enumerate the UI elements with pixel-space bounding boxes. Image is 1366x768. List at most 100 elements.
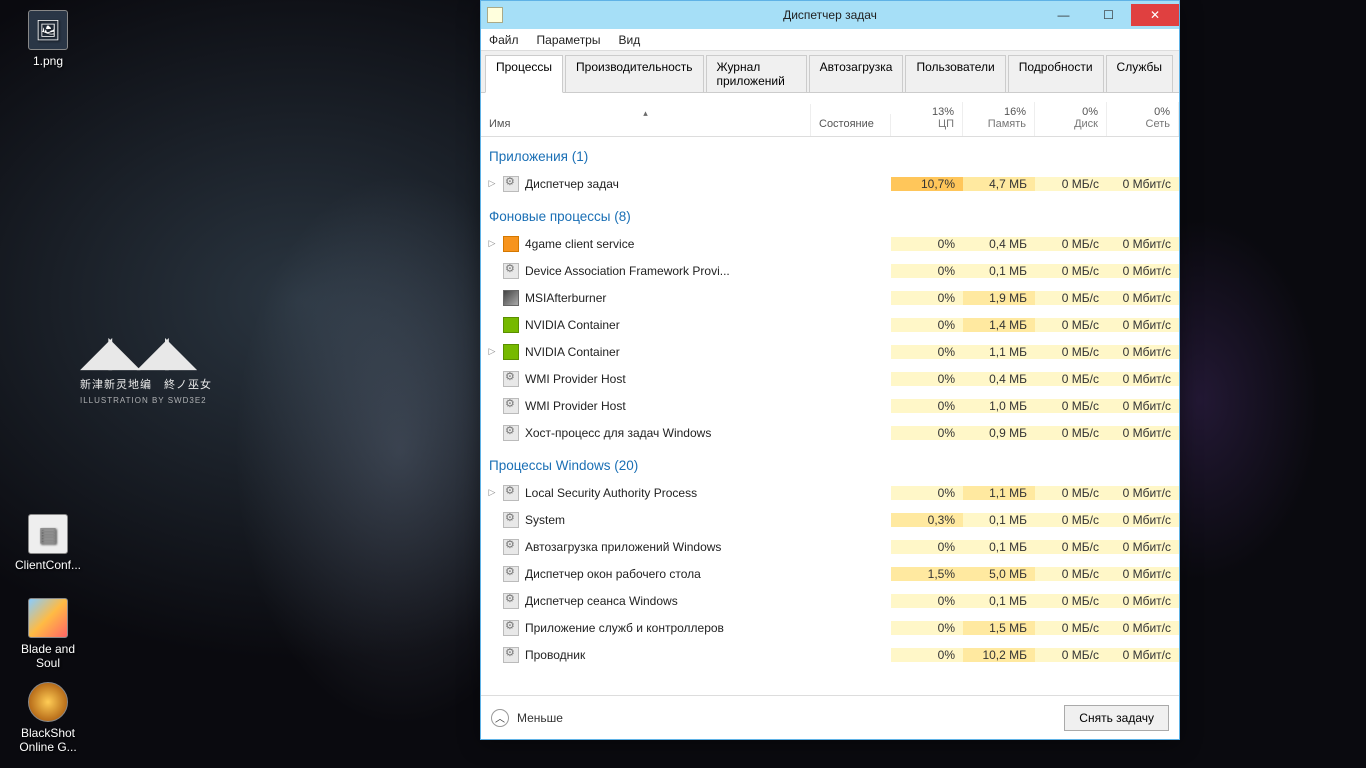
memory-value: 0,1 МБ xyxy=(963,513,1035,527)
process-row[interactable]: WMI Provider Host0%1,0 МБ0 МБ/с0 Мбит/с xyxy=(481,392,1179,419)
tab-службы[interactable]: Службы xyxy=(1106,55,1173,92)
process-row[interactable]: Автозагрузка приложений Windows0%0,1 МБ0… xyxy=(481,533,1179,560)
disk-value: 0 МБ/с xyxy=(1035,345,1107,359)
disk-value: 0 МБ/с xyxy=(1035,513,1107,527)
minimize-button[interactable]: — xyxy=(1041,4,1086,26)
cpu-value: 0% xyxy=(891,237,963,251)
process-row[interactable]: Хост-процесс для задач Windows0%0,9 МБ0 … xyxy=(481,419,1179,446)
cpu-value: 0% xyxy=(891,621,963,635)
memory-value: 0,1 МБ xyxy=(963,594,1035,608)
disk-value: 0 МБ/с xyxy=(1035,567,1107,581)
tab-производительность[interactable]: Производительность xyxy=(565,55,703,92)
end-task-button[interactable]: Снять задачу xyxy=(1064,705,1169,731)
network-value: 0 Мбит/с xyxy=(1107,318,1179,332)
tab-процессы[interactable]: Процессы xyxy=(485,55,563,93)
column-cpu[interactable]: 13% ЦП xyxy=(891,102,963,136)
wallpaper-logo: ◢◣◢◣ 新津新灵地编 終ノ巫女 ILLUSTRATION BY SWD3E2 xyxy=(80,330,212,405)
disk-value: 0 МБ/с xyxy=(1035,540,1107,554)
process-row[interactable]: MSIAfterburner0%1,9 МБ0 МБ/с0 Мбит/с xyxy=(481,284,1179,311)
fewer-details-button[interactable]: ︿ Меньше xyxy=(491,709,563,727)
process-icon xyxy=(503,593,519,609)
cpu-value: 1,5% xyxy=(891,567,963,581)
process-icon xyxy=(503,539,519,555)
icon-label: ClientConf... xyxy=(10,558,86,572)
network-value: 0 Мбит/с xyxy=(1107,399,1179,413)
tab-журнал приложений[interactable]: Журнал приложений xyxy=(706,55,807,92)
expand-toggle-icon[interactable]: ▷ xyxy=(481,238,503,249)
memory-value: 1,1 МБ xyxy=(963,345,1035,359)
desktop-icon-clientconf[interactable]: ▤ ClientConf... xyxy=(10,514,86,572)
chevron-up-icon: ︿ xyxy=(491,709,509,727)
process-row[interactable]: Проводник0%10,2 МБ0 МБ/с0 Мбит/с xyxy=(481,641,1179,668)
memory-value: 1,5 МБ xyxy=(963,621,1035,635)
process-row[interactable]: ▷Local Security Authority Process0%1,1 М… xyxy=(481,479,1179,506)
cpu-value: 10,7% xyxy=(891,177,963,191)
process-icon xyxy=(503,512,519,528)
app-icon xyxy=(487,7,503,23)
desktop-icon-blackshot[interactable]: BlackShot Online G... xyxy=(10,682,86,754)
process-list[interactable]: Приложения (1)▷Диспетчер задач10,7%4,7 М… xyxy=(481,137,1179,695)
tab-автозагрузка[interactable]: Автозагрузка xyxy=(809,55,904,92)
expand-toggle-icon[interactable]: ▷ xyxy=(481,178,503,189)
footer: ︿ Меньше Снять задачу xyxy=(481,695,1179,739)
process-row[interactable]: NVIDIA Container0%1,4 МБ0 МБ/с0 Мбит/с xyxy=(481,311,1179,338)
process-icon xyxy=(503,425,519,441)
process-name: Диспетчер окон рабочего стола xyxy=(525,567,811,581)
cpu-value: 0% xyxy=(891,486,963,500)
process-icon xyxy=(503,263,519,279)
desktop-icon-1png[interactable]: 🖼 1.png xyxy=(10,10,86,68)
disk-value: 0 МБ/с xyxy=(1035,399,1107,413)
process-row[interactable]: WMI Provider Host0%0,4 МБ0 МБ/с0 Мбит/с xyxy=(481,365,1179,392)
desktop-icon-bladeandsoul[interactable]: Blade and Soul xyxy=(10,598,86,670)
disk-value: 0 МБ/с xyxy=(1035,594,1107,608)
process-icon xyxy=(503,566,519,582)
tab-подробности[interactable]: Подробности xyxy=(1008,55,1104,92)
column-name[interactable]: ▴ Имя xyxy=(481,104,811,136)
process-name: Local Security Authority Process xyxy=(525,486,811,500)
menu-options[interactable]: Параметры xyxy=(537,33,601,47)
menu-file[interactable]: Файл xyxy=(489,33,519,47)
network-value: 0 Мбит/с xyxy=(1107,264,1179,278)
process-row[interactable]: ▷Диспетчер задач10,7%4,7 МБ0 МБ/с0 Мбит/… xyxy=(481,170,1179,197)
process-row[interactable]: Приложение служб и контроллеров0%1,5 МБ0… xyxy=(481,614,1179,641)
app-icon xyxy=(28,598,68,638)
maximize-button[interactable]: ☐ xyxy=(1086,4,1131,26)
menu-view[interactable]: Вид xyxy=(618,33,640,47)
cpu-value: 0% xyxy=(891,264,963,278)
process-name: 4game client service xyxy=(525,237,811,251)
icon-label: BlackShot Online G... xyxy=(10,726,86,754)
process-icon xyxy=(503,290,519,306)
memory-value: 4,7 МБ xyxy=(963,177,1035,191)
close-button[interactable]: ✕ xyxy=(1131,4,1179,26)
expand-toggle-icon[interactable]: ▷ xyxy=(481,346,503,357)
tab-пользователи[interactable]: Пользователи xyxy=(905,55,1005,92)
column-disk[interactable]: 0% Диск xyxy=(1035,102,1107,136)
disk-value: 0 МБ/с xyxy=(1035,648,1107,662)
process-row[interactable]: System0,3%0,1 МБ0 МБ/с0 Мбит/с xyxy=(481,506,1179,533)
memory-value: 0,9 МБ xyxy=(963,426,1035,440)
column-memory[interactable]: 16% Память xyxy=(963,102,1035,136)
cpu-value: 0% xyxy=(891,399,963,413)
network-value: 0 Мбит/с xyxy=(1107,372,1179,386)
memory-value: 0,4 МБ xyxy=(963,372,1035,386)
process-icon xyxy=(503,317,519,333)
process-row[interactable]: Диспетчер сеанса Windows0%0,1 МБ0 МБ/с0 … xyxy=(481,587,1179,614)
process-row[interactable]: Device Association Framework Provi...0%0… xyxy=(481,257,1179,284)
expand-toggle-icon[interactable]: ▷ xyxy=(481,487,503,498)
process-name: WMI Provider Host xyxy=(525,399,811,413)
process-row[interactable]: ▷4game client service0%0,4 МБ0 МБ/с0 Мби… xyxy=(481,230,1179,257)
network-value: 0 Мбит/с xyxy=(1107,177,1179,191)
process-name: Диспетчер задач xyxy=(525,177,811,191)
process-row[interactable]: Диспетчер окон рабочего стола1,5%5,0 МБ0… xyxy=(481,560,1179,587)
disk-value: 0 МБ/с xyxy=(1035,426,1107,440)
cpu-value: 0% xyxy=(891,291,963,305)
column-network[interactable]: 0% Сеть xyxy=(1107,102,1179,136)
column-status[interactable]: Состояние xyxy=(811,114,891,136)
network-value: 0 Мбит/с xyxy=(1107,540,1179,554)
process-icon xyxy=(503,176,519,192)
titlebar[interactable]: Диспетчер задач — ☐ ✕ xyxy=(481,1,1179,29)
network-value: 0 Мбит/с xyxy=(1107,486,1179,500)
process-row[interactable]: ▷NVIDIA Container0%1,1 МБ0 МБ/с0 Мбит/с xyxy=(481,338,1179,365)
memory-value: 0,1 МБ xyxy=(963,264,1035,278)
network-value: 0 Мбит/с xyxy=(1107,594,1179,608)
